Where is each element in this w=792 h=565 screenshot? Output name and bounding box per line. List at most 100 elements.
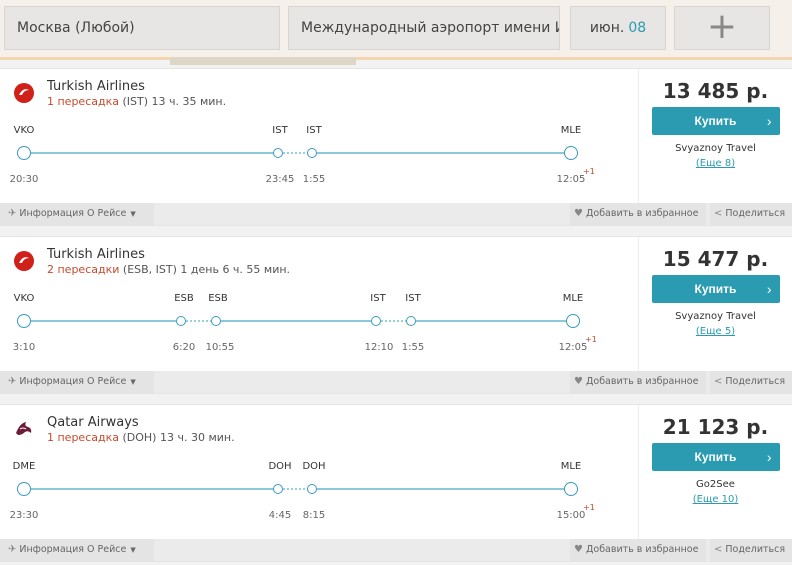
flight-info-toggle[interactable]: ✈ Информация О Рейсе ▼ <box>0 371 154 393</box>
turkish-airlines-logo <box>14 251 34 271</box>
stop-node <box>406 316 416 326</box>
date-month: июн. <box>589 20 625 36</box>
card-footer: ✈ Информация О Рейсе ▼ ♥ Добавить в избранн… <box>0 371 792 393</box>
add-favorite-button[interactable]: ♥ Добавить в избранное <box>570 203 706 225</box>
share-icon: < <box>714 208 723 219</box>
time-label: 23:45 <box>265 174 295 185</box>
airport-code: DOH <box>268 461 292 472</box>
add-route-button[interactable]: + <box>674 6 770 50</box>
share-icon: < <box>714 376 723 387</box>
stops-count: 1 пересадка <box>47 431 119 444</box>
time-label: 10:55 <box>205 342 235 353</box>
flight-info-toggle[interactable]: ✈ Информация О Рейсе ▼ <box>0 539 154 561</box>
add-favorite-button[interactable]: ♥ Добавить в избранное <box>570 539 706 561</box>
flight-segment <box>317 152 565 154</box>
favorite-label: Добавить в избранное <box>585 544 699 555</box>
card-footer: ✈ Информация О Рейсе ▼ ♥ Добавить в избранн… <box>0 539 792 561</box>
plane-icon: ✈ <box>8 376 17 387</box>
stop-node <box>307 148 317 158</box>
agency-name: Svyaznoy Travel <box>675 311 756 322</box>
flight-info-toggle[interactable]: ✈ Информация О Рейсе ▼ <box>0 203 154 225</box>
heart-icon: ♥ <box>574 208 583 219</box>
airline-name: Turkish Airlines <box>47 247 145 262</box>
time-label: 1:55 <box>401 342 425 353</box>
airport-code: DOH <box>302 461 326 472</box>
caret-down-icon: ▼ <box>130 378 136 386</box>
share-button[interactable]: < Поделиться <box>710 203 792 225</box>
flight-card: Turkish Airlines 2 пересадки (ESB, IST) … <box>0 236 792 394</box>
stops-detail: (ESB, IST) 1 день 6 ч. 55 мин. <box>119 263 291 276</box>
stops-detail: (DOH) 13 ч. 30 мин. <box>118 431 235 444</box>
buy-button[interactable]: Купить › <box>651 275 780 303</box>
stops-count: 2 пересадки <box>47 263 120 276</box>
stops-count: 1 пересадка <box>47 95 119 108</box>
price-panel: 15 477 р. Купить › Svyaznoy Travel (Еще 5… <box>638 237 792 371</box>
airport-code: IST <box>370 293 386 304</box>
search-bar: Москва (Любой) Международный аэропорт им… <box>0 0 792 65</box>
airline-name: Qatar Airways <box>47 415 139 430</box>
share-label: Поделиться <box>725 208 786 219</box>
flight-card: Turkish Airlines 1 пересадка (IST) 13 ч.… <box>0 68 792 226</box>
stop-node <box>307 484 317 494</box>
agency-name: Svyaznoy Travel <box>675 143 756 154</box>
chevron-right-icon: › <box>766 113 772 129</box>
stop-node <box>211 316 221 326</box>
time-label: 20:30 <box>9 174 39 185</box>
share-label: Поделиться <box>725 376 786 387</box>
time-label: 12:10 <box>364 342 394 353</box>
stops-info: 2 пересадки (ESB, IST) 1 день 6 ч. 55 ми… <box>47 263 290 276</box>
time-label: 8:15 <box>302 510 326 521</box>
search-divider <box>0 57 792 60</box>
price: 21 123 р. <box>662 415 769 439</box>
buy-button[interactable]: Купить › <box>651 443 780 471</box>
share-button[interactable]: < Поделиться <box>710 371 792 393</box>
stops-detail: (IST) 13 ч. 35 мин. <box>118 95 227 108</box>
next-day-badge: +1 <box>583 503 595 512</box>
flight-segment <box>31 320 176 322</box>
flight-card: Qatar Airways 1 пересадка (DOH) 13 ч. 30… <box>0 404 792 562</box>
turkish-airlines-logo <box>14 83 34 103</box>
price: 15 477 р. <box>662 247 769 271</box>
time-label: 12:05 <box>558 342 588 353</box>
more-offers-link[interactable]: (Еще 10) <box>639 494 792 505</box>
time-label: 1:55 <box>302 174 326 185</box>
share-button[interactable]: < Поделиться <box>710 539 792 561</box>
flight-main: Qatar Airways 1 пересадка (DOH) 13 ч. 30… <box>0 405 638 539</box>
destination-node <box>564 146 578 160</box>
origin-field[interactable]: Москва (Любой) <box>4 6 280 50</box>
flight-segment <box>317 488 565 490</box>
airport-code: DME <box>12 461 36 472</box>
buy-label: Купить <box>694 114 737 128</box>
stop-node <box>273 484 283 494</box>
buy-button[interactable]: Купить › <box>651 107 780 135</box>
flight-segment <box>31 152 274 154</box>
date-field[interactable]: июн. 08 <box>570 6 666 50</box>
add-favorite-button[interactable]: ♥ Добавить в избранное <box>570 371 706 393</box>
stop-node <box>273 148 283 158</box>
airport-code: ESB <box>208 293 228 304</box>
more-offers-link[interactable]: (Еще 5) <box>639 326 792 337</box>
next-day-badge: +1 <box>583 167 595 176</box>
time-label: 3:10 <box>12 342 36 353</box>
date-day: 08 <box>628 20 647 36</box>
layover-line <box>283 488 309 490</box>
flight-info-label: Информация О Рейсе <box>19 376 127 387</box>
buy-label: Купить <box>694 282 737 296</box>
caret-down-icon: ▼ <box>130 210 136 218</box>
flight-segment <box>416 320 567 322</box>
flight-info-label: Информация О Рейсе <box>19 544 127 555</box>
time-label: 15:00 <box>556 510 586 521</box>
buy-label: Купить <box>694 450 737 464</box>
next-day-badge: +1 <box>585 335 597 344</box>
search-tab-indicator <box>170 57 356 65</box>
favorite-label: Добавить в избранное <box>585 376 699 387</box>
chevron-right-icon: › <box>766 281 772 297</box>
caret-down-icon: ▼ <box>130 546 136 554</box>
stops-info: 1 пересадка (DOH) 13 ч. 30 мин. <box>47 431 235 444</box>
favorite-label: Добавить в избранное <box>585 208 699 219</box>
flight-main: Turkish Airlines 2 пересадки (ESB, IST) … <box>0 237 638 371</box>
origin-node <box>17 482 31 496</box>
more-offers-link[interactable]: (Еще 8) <box>639 158 792 169</box>
destination-field[interactable]: Международный аэропорт имени И... <box>288 6 560 50</box>
time-label: 23:30 <box>9 510 39 521</box>
